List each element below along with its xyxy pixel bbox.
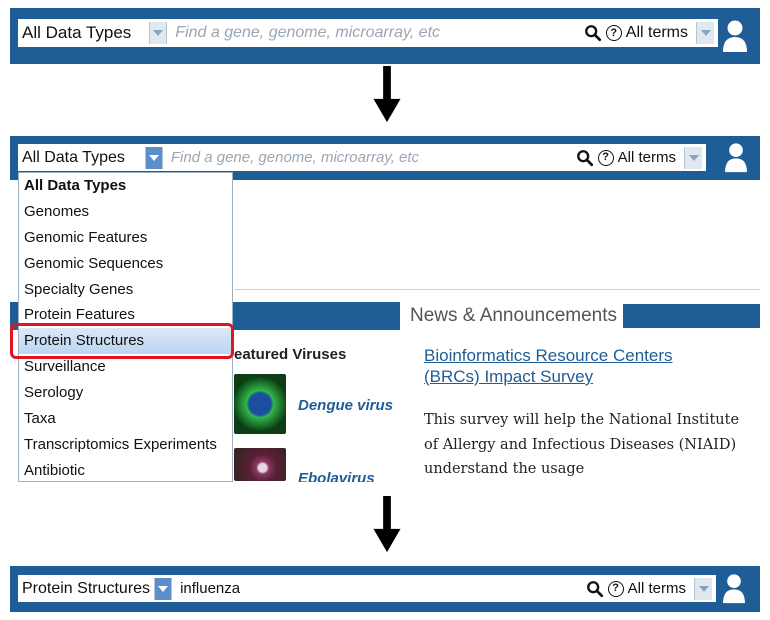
user-icon[interactable] bbox=[724, 142, 748, 173]
terms-select[interactable]: All terms bbox=[626, 24, 688, 42]
chevron-down-icon bbox=[700, 30, 711, 36]
search-box: All Data Types Find a gene, genome, micr… bbox=[18, 144, 706, 171]
bottom-search-bar: Protein Structures influenza ? All terms bbox=[10, 566, 760, 612]
news-text: This survey will help the National Insti… bbox=[424, 412, 740, 477]
search-box: Protein Structures influenza ? All terms bbox=[18, 575, 716, 602]
terms-select[interactable]: All terms bbox=[618, 149, 676, 166]
user-icon[interactable] bbox=[722, 19, 748, 53]
chevron-down-icon bbox=[148, 154, 159, 161]
chevron-down-icon bbox=[158, 585, 169, 592]
data-type-dropdown-button[interactable] bbox=[144, 146, 163, 169]
terms-dropdown-button[interactable] bbox=[696, 22, 714, 44]
search-box: All Data Types Find a gene, genome, micr… bbox=[18, 19, 718, 47]
menu-item-taxa[interactable]: Taxa bbox=[19, 406, 232, 432]
menu-item-genomic-sequences[interactable]: Genomic Sequences bbox=[19, 251, 232, 277]
search-input[interactable]: influenza bbox=[172, 580, 586, 597]
menu-item-genomes[interactable]: Genomes bbox=[19, 199, 232, 225]
chevron-down-icon bbox=[688, 154, 699, 161]
search-tools: ? All terms bbox=[576, 146, 706, 169]
help-icon[interactable]: ? bbox=[607, 580, 624, 597]
help-icon[interactable]: ? bbox=[597, 149, 614, 166]
menu-item-genomic-features[interactable]: Genomic Features bbox=[19, 225, 232, 251]
terms-select[interactable]: All terms bbox=[628, 580, 686, 597]
news-header: News & Announcements bbox=[404, 302, 760, 330]
help-icon[interactable]: ? bbox=[605, 25, 622, 41]
news-heading: News & Announcements bbox=[404, 305, 624, 327]
featured-viruses-heading: eatured Viruses bbox=[234, 346, 347, 363]
selection-highlight bbox=[10, 323, 234, 359]
dengue-virus-image[interactable] bbox=[234, 374, 286, 434]
arrow-down-icon bbox=[373, 496, 401, 553]
search-icon[interactable] bbox=[586, 580, 604, 598]
virus-link-dengue[interactable]: Dengue virus bbox=[298, 397, 393, 414]
search-input[interactable]: Find a gene, genome, microarray, etc bbox=[167, 24, 583, 42]
top-search-bar: All Data Types Find a gene, genome, micr… bbox=[10, 8, 760, 64]
menu-item-transcriptomics-experiments[interactable]: Transcriptomics Experiments bbox=[19, 432, 232, 458]
news-link[interactable]: Bioinformatics Resource Centers (BRCs) I… bbox=[424, 345, 724, 387]
menu-item-antibiotic[interactable]: Antibiotic bbox=[19, 458, 232, 481]
search-icon[interactable] bbox=[576, 149, 594, 167]
panel-clip bbox=[0, 482, 770, 492]
divider bbox=[235, 289, 760, 290]
data-type-dropdown-button[interactable] bbox=[149, 22, 168, 44]
menu-item-specialty-genes[interactable]: Specialty Genes bbox=[19, 277, 232, 303]
data-type-dropdown-button[interactable] bbox=[154, 577, 173, 600]
chevron-down-icon bbox=[698, 585, 709, 592]
terms-dropdown-button[interactable] bbox=[684, 146, 702, 169]
terms-dropdown-button[interactable] bbox=[694, 577, 712, 600]
user-icon[interactable] bbox=[722, 573, 746, 604]
news-header-band bbox=[623, 304, 760, 328]
data-type-select[interactable]: All Data Types bbox=[18, 149, 125, 167]
chevron-down-icon bbox=[153, 30, 164, 36]
search-input[interactable]: Find a gene, genome, microarray, etc bbox=[163, 149, 576, 166]
data-type-select[interactable]: All Data Types bbox=[18, 23, 131, 43]
menu-item-serology[interactable]: Serology bbox=[19, 380, 232, 406]
menu-item-all-data-types[interactable]: All Data Types bbox=[19, 173, 232, 199]
search-tools: ? All terms bbox=[584, 22, 718, 44]
search-tools: ? All terms bbox=[586, 577, 716, 600]
arrow-down-icon bbox=[373, 66, 401, 123]
search-icon[interactable] bbox=[584, 24, 602, 42]
ebolavirus-image[interactable] bbox=[234, 448, 286, 481]
data-type-select[interactable]: Protein Structures bbox=[18, 580, 150, 598]
